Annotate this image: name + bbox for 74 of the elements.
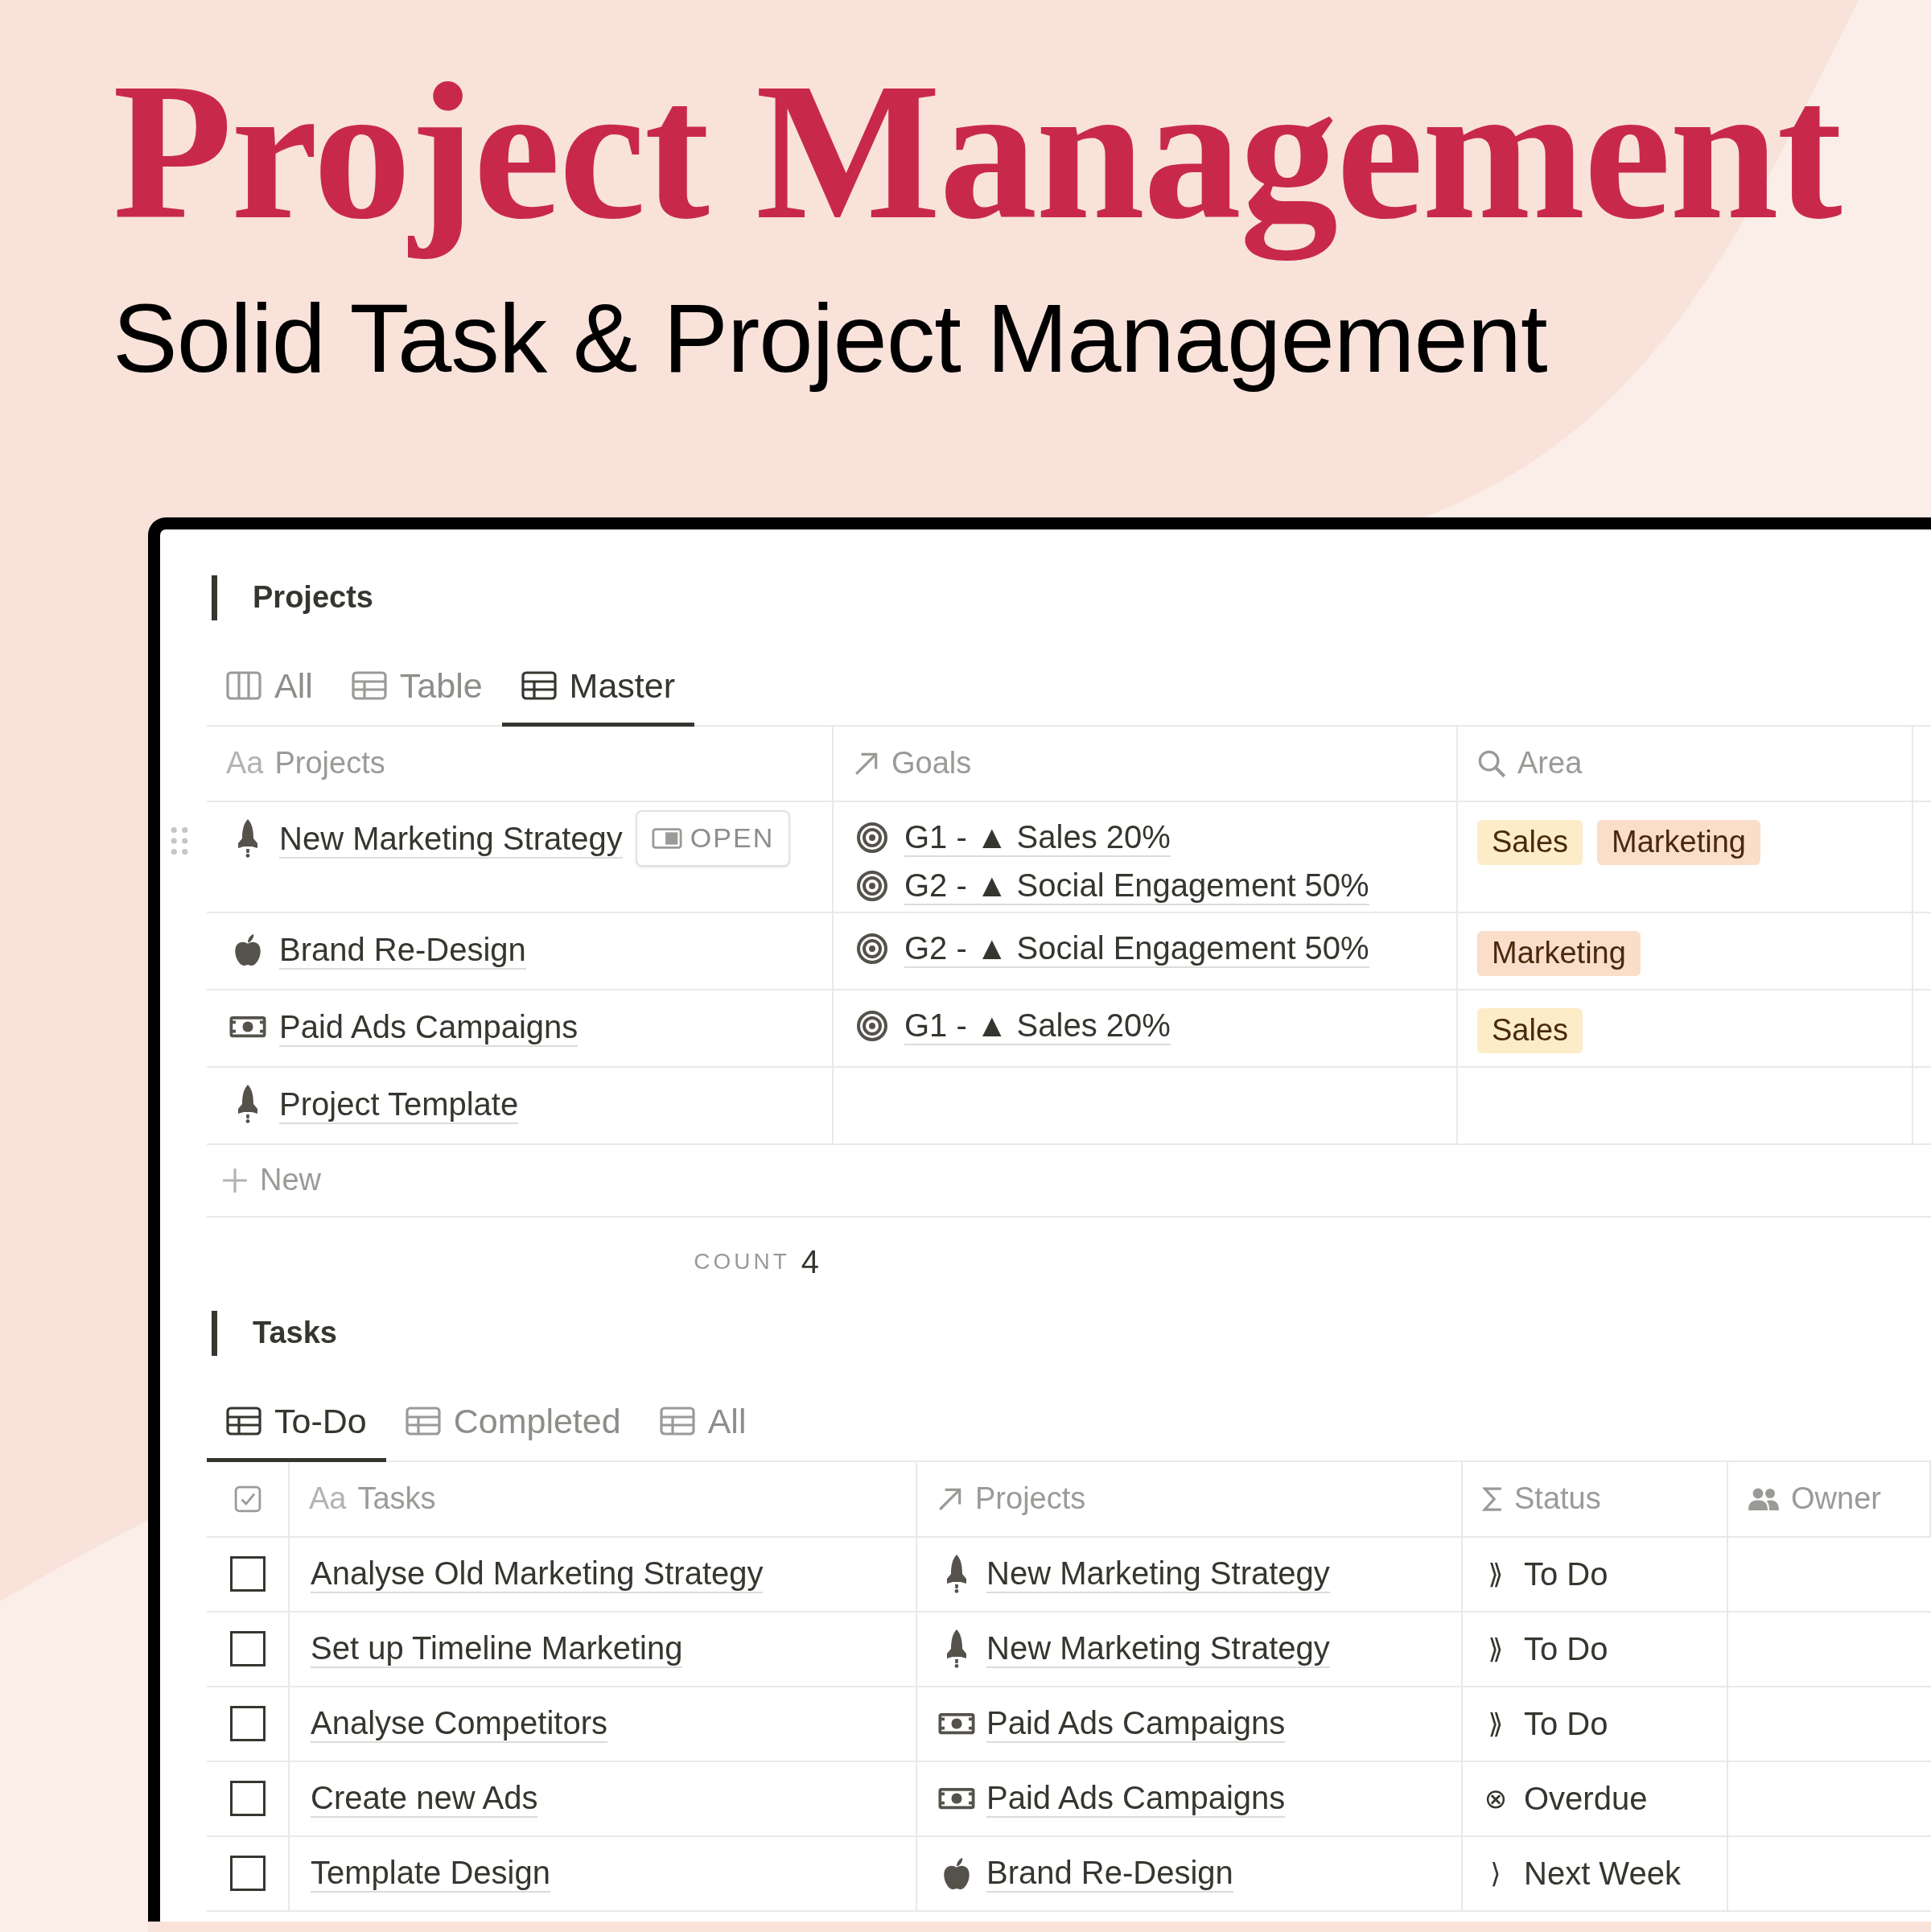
column-header: Goals <box>891 745 972 782</box>
column-header: Tasks <box>357 1481 436 1518</box>
status-text: To Do <box>1524 1555 1608 1594</box>
heading-bar <box>212 575 217 620</box>
task-name-link[interactable]: Template Design <box>311 1854 550 1893</box>
column-header: Status <box>1514 1481 1601 1518</box>
property-type-label: Aa <box>309 1481 347 1518</box>
heading-bar <box>212 1310 217 1356</box>
banknote-icon <box>938 1712 975 1736</box>
status-symbol: ⊗ <box>1483 1781 1509 1816</box>
status-text: To Do <box>1524 1630 1608 1669</box>
task-checkbox[interactable] <box>229 1856 266 1892</box>
project-link[interactable]: Paid Ads Campaigns <box>986 1779 1286 1819</box>
task-checkbox[interactable] <box>229 1556 266 1592</box>
count-value: 4 <box>801 1242 819 1281</box>
count-label: COUNT <box>694 1247 790 1275</box>
project-name-link[interactable]: New Marketing Strategy <box>279 819 623 859</box>
view-tab[interactable]: To-Do <box>207 1384 386 1462</box>
target-icon <box>856 932 888 965</box>
banknote-icon <box>229 1014 266 1039</box>
project-name-link[interactable]: Project Template <box>279 1085 519 1124</box>
project-name-link[interactable]: Paid Ads Campaigns <box>279 1007 578 1047</box>
target-icon <box>856 821 888 854</box>
table-icon <box>351 671 387 701</box>
column-header: Area <box>1517 745 1583 782</box>
project-name-link[interactable]: Brand Re-Design <box>279 930 526 970</box>
project-link[interactable]: Paid Ads Campaigns <box>986 1704 1286 1744</box>
area-tag: Sales <box>1477 819 1583 865</box>
area-tag: Sales <box>1477 1007 1583 1053</box>
task-name-link[interactable]: Set up Timeline Marketing <box>311 1629 683 1669</box>
column-header: Owner <box>1791 1481 1881 1518</box>
goal-link[interactable]: G1 - ▲ Sales 20% <box>904 818 1171 857</box>
section-heading: Projects <box>253 579 373 616</box>
section-heading: Tasks <box>253 1315 337 1352</box>
goal-link[interactable]: G2 - ▲ Social Engagement 50% <box>904 866 1369 905</box>
property-type-label: Aa <box>226 745 264 782</box>
page-title: Project Management <box>113 42 1841 262</box>
panel-icon <box>651 826 682 850</box>
target-icon <box>856 1009 888 1042</box>
target-icon <box>856 869 888 902</box>
status-symbol: ⟫ <box>1487 1631 1505 1666</box>
view-tab[interactable]: Master <box>501 649 694 727</box>
status-symbol: ⟫ <box>1487 1706 1505 1741</box>
column-header: Projects <box>274 745 385 782</box>
task-checkbox[interactable] <box>229 1706 266 1742</box>
project-link[interactable]: New Marketing Strategy <box>986 1555 1330 1594</box>
area-tag: Marketing <box>1597 819 1760 865</box>
task-name-link[interactable]: Analyse Competitors <box>311 1704 608 1744</box>
board-icon <box>226 671 261 701</box>
search-icon <box>1477 748 1506 778</box>
area-tag: Marketing <box>1477 930 1641 976</box>
table-icon <box>226 1407 261 1436</box>
status-text: To Do <box>1524 1705 1608 1744</box>
drag-handle-icon[interactable] <box>170 826 189 855</box>
column-header: Projects <box>975 1481 1086 1518</box>
project-link[interactable]: Brand Re-Design <box>986 1854 1233 1893</box>
goal-link[interactable]: G2 - ▲ Social Engagement 50% <box>904 929 1369 968</box>
table-icon <box>521 671 557 701</box>
table-icon <box>659 1407 695 1436</box>
task-name-link[interactable]: Create new Ads <box>311 1779 538 1819</box>
task-checkbox[interactable] <box>229 1631 266 1667</box>
status-text: Overdue <box>1524 1780 1648 1819</box>
page-subtitle: Solid Task & Project Management <box>113 282 1547 394</box>
table-icon <box>405 1407 441 1436</box>
plus-icon <box>221 1166 249 1194</box>
status-text: Next Week <box>1524 1855 1681 1893</box>
status-symbol: ⟫ <box>1487 1556 1505 1592</box>
task-name-link[interactable]: Analyse Old Marketing Strategy <box>311 1555 764 1594</box>
banknote-icon <box>938 1786 975 1811</box>
goal-link[interactable]: G1 - ▲ Sales 20% <box>904 1006 1171 1045</box>
checkbox-icon <box>233 1485 261 1513</box>
project-link[interactable]: New Marketing Strategy <box>986 1629 1330 1669</box>
status-symbol: ⟩ <box>1489 1856 1502 1891</box>
task-checkbox[interactable] <box>229 1781 266 1817</box>
